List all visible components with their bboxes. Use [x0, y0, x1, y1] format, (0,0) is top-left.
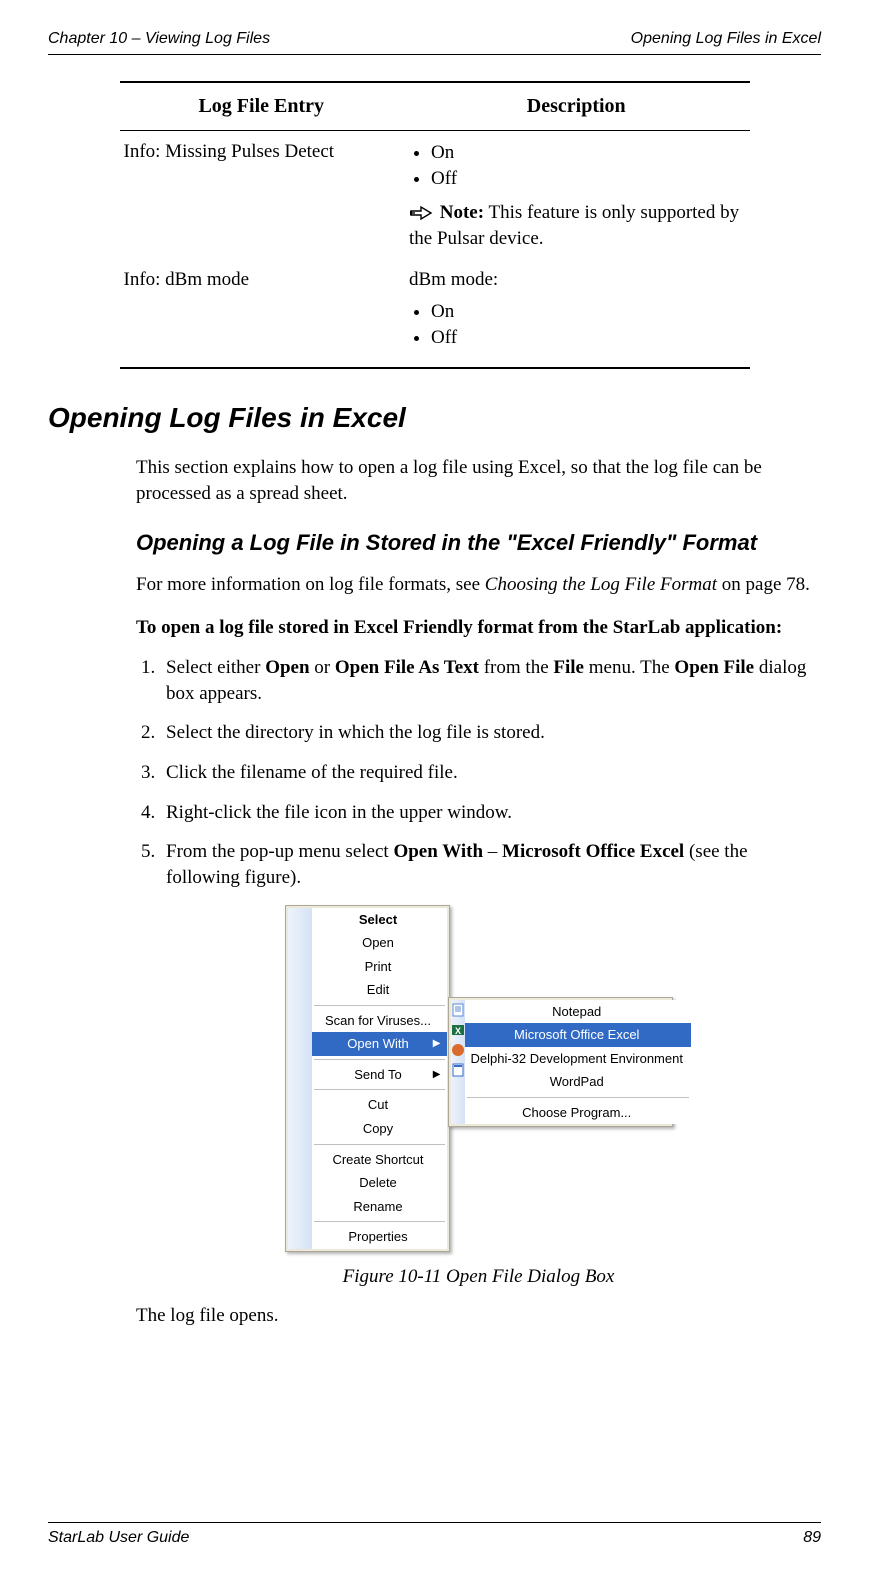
text: For more information on log file formats…: [136, 574, 485, 595]
desc-lead: dBm mode:: [409, 267, 744, 293]
menu-item-select[interactable]: Select: [312, 908, 447, 932]
procedure-steps: Select either Open or Open File As Text …: [136, 655, 821, 890]
bullet-item: Off: [431, 325, 744, 351]
text: on page 78.: [717, 574, 810, 595]
menu-item-edit[interactable]: Edit: [312, 978, 447, 1002]
menu-separator: [467, 1097, 689, 1098]
table-cell-entry: Info: Missing Pulses Detect: [120, 130, 404, 259]
table-header-desc: Description: [403, 82, 750, 131]
bullet-item: On: [431, 140, 744, 166]
menu-item-copy[interactable]: Copy: [312, 1117, 447, 1141]
menu-item-create-shortcut[interactable]: Create Shortcut: [312, 1148, 447, 1172]
menu-item-cut[interactable]: Cut: [312, 1093, 447, 1117]
figure-open-file-dialog: Select Open Print Edit Scan for Viruses.…: [136, 905, 821, 1252]
bullet-item: Off: [431, 166, 744, 192]
ui-ref: Microsoft Office Excel: [502, 841, 684, 862]
chevron-right-icon: ▶: [433, 1068, 441, 1082]
text: From the pop-up menu select: [166, 841, 393, 862]
submenu-item-notepad[interactable]: Notepad: [465, 1000, 691, 1024]
text: or: [310, 657, 335, 678]
text: –: [483, 841, 502, 862]
figure-caption: Figure 10-11 Open File Dialog Box: [136, 1264, 821, 1290]
log-file-table: Log File Entry Description Info: Missing…: [120, 81, 750, 369]
procedure-lead: To open a log file stored in Excel Frien…: [136, 615, 821, 641]
menu-item-scan[interactable]: Scan for Viruses...: [312, 1009, 447, 1033]
step-item: From the pop-up menu select Open With – …: [160, 839, 821, 890]
step-item: Click the filename of the required file.: [160, 760, 821, 786]
svg-text:X: X: [454, 1026, 460, 1036]
step-item: Right-click the file icon in the upper w…: [160, 800, 821, 826]
section-intro: This section explains how to open a log …: [136, 455, 821, 506]
menu-item-rename[interactable]: Rename: [312, 1195, 447, 1219]
table-cell-entry: Info: dBm mode: [120, 259, 404, 368]
ui-ref: Open File: [674, 657, 754, 678]
menu-separator: [314, 1089, 445, 1090]
submenu-item-choose-program[interactable]: Choose Program...: [465, 1101, 691, 1125]
ui-ref: Open: [265, 657, 309, 678]
header-right: Opening Log Files in Excel: [631, 28, 821, 50]
delphi-icon: [451, 1040, 465, 1060]
menu-item-print[interactable]: Print: [312, 955, 447, 979]
footer-page-number: 89: [803, 1527, 821, 1549]
menu-separator: [314, 1144, 445, 1145]
ui-ref: Open With: [393, 841, 483, 862]
note-label: Note:: [440, 202, 484, 223]
submenu-open-with[interactable]: X Notepad Microsoft Office Excel Delphi-…: [448, 997, 673, 1128]
section-heading: Opening Log Files in Excel: [48, 399, 821, 437]
menu-item-open[interactable]: Open: [312, 931, 447, 955]
bullet-item: On: [431, 299, 744, 325]
after-figure-text: The log file opens.: [136, 1303, 821, 1329]
text: from the: [479, 657, 553, 678]
menu-separator: [314, 1005, 445, 1006]
menu-item-open-with[interactable]: Open With ▶: [312, 1032, 447, 1056]
menu-item-properties[interactable]: Properties: [312, 1225, 447, 1249]
table-cell-desc: dBm mode: On Off: [403, 259, 750, 368]
subsection-intro: For more information on log file formats…: [136, 572, 821, 598]
table-row: Info: dBm mode dBm mode: On Off: [120, 259, 750, 368]
menu-item-send-to[interactable]: Send To ▶: [312, 1063, 447, 1087]
step-item: Select either Open or Open File As Text …: [160, 655, 821, 706]
table-row: Info: Missing Pulses Detect On Off Note:…: [120, 130, 750, 259]
text: menu. The: [584, 657, 674, 678]
header-left: Chapter 10 – Viewing Log Files: [48, 28, 270, 50]
chevron-right-icon: ▶: [433, 1037, 441, 1051]
submenu-item-excel[interactable]: Microsoft Office Excel: [465, 1023, 691, 1047]
cross-ref: Choosing the Log File Format: [485, 574, 717, 595]
text: Select either: [166, 657, 265, 678]
context-menu[interactable]: Select Open Print Edit Scan for Viruses.…: [285, 905, 450, 1252]
subsection-heading: Opening a Log File in Stored in the "Exc…: [136, 528, 821, 558]
wordpad-icon: [451, 1060, 465, 1080]
table-cell-desc: On Off Note: This feature is only suppor…: [403, 130, 750, 259]
ui-ref: File: [553, 657, 584, 678]
submenu-item-delphi[interactable]: Delphi-32 Development Environment: [465, 1047, 691, 1071]
pointing-hand-icon: [409, 202, 440, 223]
menu-separator: [314, 1221, 445, 1222]
footer-left: StarLab User Guide: [48, 1527, 189, 1549]
menu-label: Send To: [354, 1067, 401, 1082]
step-item: Select the directory in which the log fi…: [160, 720, 821, 746]
table-header-entry: Log File Entry: [120, 82, 404, 131]
excel-icon: X: [451, 1020, 465, 1040]
menu-item-delete[interactable]: Delete: [312, 1171, 447, 1195]
notepad-icon: [451, 1000, 465, 1020]
submenu-item-wordpad[interactable]: WordPad: [465, 1070, 691, 1094]
menu-label: Open With: [347, 1036, 408, 1051]
ui-ref: Open File As Text: [335, 657, 479, 678]
menu-separator: [314, 1059, 445, 1060]
